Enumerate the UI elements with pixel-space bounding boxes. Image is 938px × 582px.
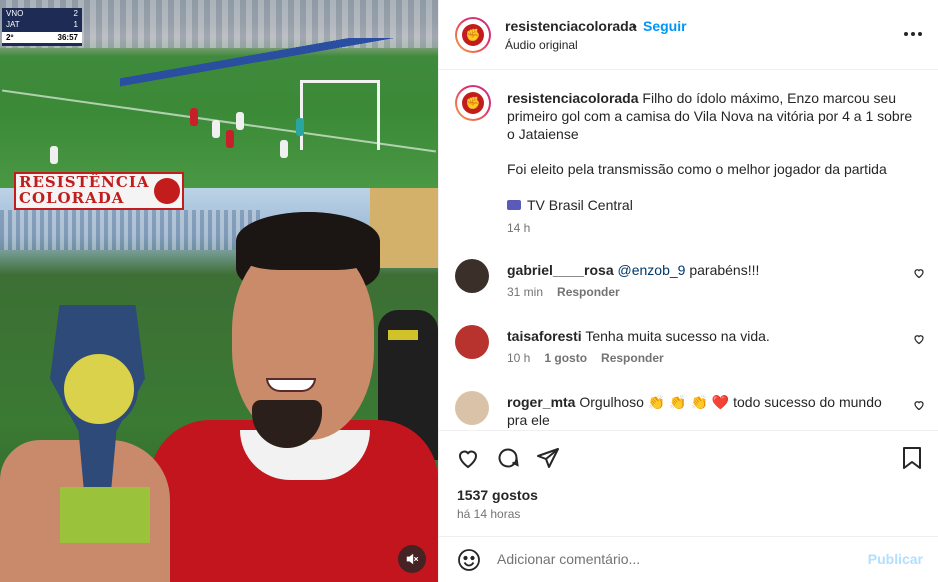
save-bookmark-icon[interactable] <box>899 445 925 471</box>
like-comment-heart-icon[interactable] <box>913 267 925 282</box>
away-score: 1 <box>73 20 78 29</box>
audio-link[interactable]: Áudio original <box>505 38 578 52</box>
like-comment-heart-icon[interactable] <box>913 399 925 414</box>
comment-item: roger_mta Orgulhoso 👏 👏 👏 ❤️ todo sucess… <box>439 391 938 429</box>
more-options-icon[interactable] <box>903 20 923 43</box>
comment-text: Tenha muita sucesso na vida. <box>585 328 770 344</box>
post-header: ✊ resistenciacolorada • Seguir Áudio ori… <box>439 0 938 70</box>
comment-username[interactable]: taisaforesti <box>507 328 582 344</box>
author-username[interactable]: resistenciacolorada <box>505 18 637 34</box>
comment-mention[interactable]: @enzob_9 <box>618 262 686 278</box>
post-actions: 1537 gostos há 14 horas <box>439 430 938 546</box>
fist-icon: ✊ <box>462 24 484 46</box>
comment-username[interactable]: gabriel____rosa <box>507 262 614 278</box>
reply-button[interactable]: Responder <box>557 285 620 299</box>
tv-icon <box>507 200 521 210</box>
home-score: 2 <box>73 9 78 18</box>
goal-post <box>300 80 380 150</box>
caption: resistenciacolorada Filho do ídolo máxim… <box>507 89 917 143</box>
like-comment-heart-icon[interactable] <box>913 333 925 348</box>
fist-icon <box>154 178 180 204</box>
comment-username[interactable]: roger_mta <box>507 394 575 410</box>
like-heart-icon[interactable] <box>455 445 481 471</box>
man-of-the-match-trophy <box>30 305 150 545</box>
match-period: 2º <box>6 33 14 42</box>
caption-credit-text: TV Brasil Central <box>527 197 633 213</box>
comment-text: parabéns!!! <box>685 262 760 278</box>
share-icon[interactable] <box>535 445 561 471</box>
likes-count[interactable]: 1537 gostos <box>457 487 538 503</box>
home-team: VNO <box>6 9 24 18</box>
emoji-icon[interactable] <box>457 548 481 572</box>
publish-button[interactable]: Publicar <box>868 551 923 567</box>
fist-icon: ✊ <box>462 92 484 114</box>
avatar[interactable] <box>455 325 489 359</box>
reply-button[interactable]: Responder <box>601 351 664 365</box>
caption-line: Foi eleito pela transmissão como o melho… <box>507 161 887 177</box>
comment-icon[interactable] <box>495 445 521 471</box>
scoreboard: VNO 2 JAT 1 2º 36:57 <box>2 8 82 46</box>
resistencia-colorada-logo: RESISTÊNCIA COLORADA <box>14 172 184 210</box>
comment-item: taisaforesti Tenha muita sucesso na vida… <box>439 325 938 381</box>
caption-timestamp[interactable]: 14 h <box>507 221 530 235</box>
post-age[interactable]: há 14 horas <box>457 507 520 521</box>
caption-username[interactable]: resistenciacolorada <box>507 90 639 106</box>
comments-section[interactable]: ✊ resistenciacolorada Filho do ídolo máx… <box>439 71 938 429</box>
reel-video[interactable]: VNO 2 JAT 1 2º 36:57 RESISTÊNCIA COLORADA <box>0 0 438 582</box>
caption-credit: TV Brasil Central <box>507 197 633 213</box>
match-clock: 36:57 <box>57 33 78 42</box>
speaker-muted-icon[interactable] <box>398 545 426 573</box>
comment-time[interactable]: 31 min <box>507 285 543 299</box>
avatar[interactable] <box>455 391 489 425</box>
avatar[interactable]: ✊ <box>455 17 491 53</box>
comment-input[interactable] <box>497 547 857 571</box>
comment-time[interactable]: 10 h <box>507 351 530 365</box>
comment-composer: Publicar <box>439 536 938 582</box>
comment-item: gabriel____rosa @enzob_9 parabéns!!! 31 … <box>439 259 938 315</box>
comment-likes[interactable]: 1 gosto <box>544 351 587 365</box>
follow-button[interactable]: Seguir <box>643 18 687 34</box>
separator: • <box>632 18 637 34</box>
avatar[interactable] <box>455 259 489 293</box>
avatar[interactable]: ✊ <box>455 85 491 121</box>
post-panel: ✊ resistenciacolorada • Seguir Áudio ori… <box>438 0 938 582</box>
away-team: JAT <box>6 20 20 29</box>
